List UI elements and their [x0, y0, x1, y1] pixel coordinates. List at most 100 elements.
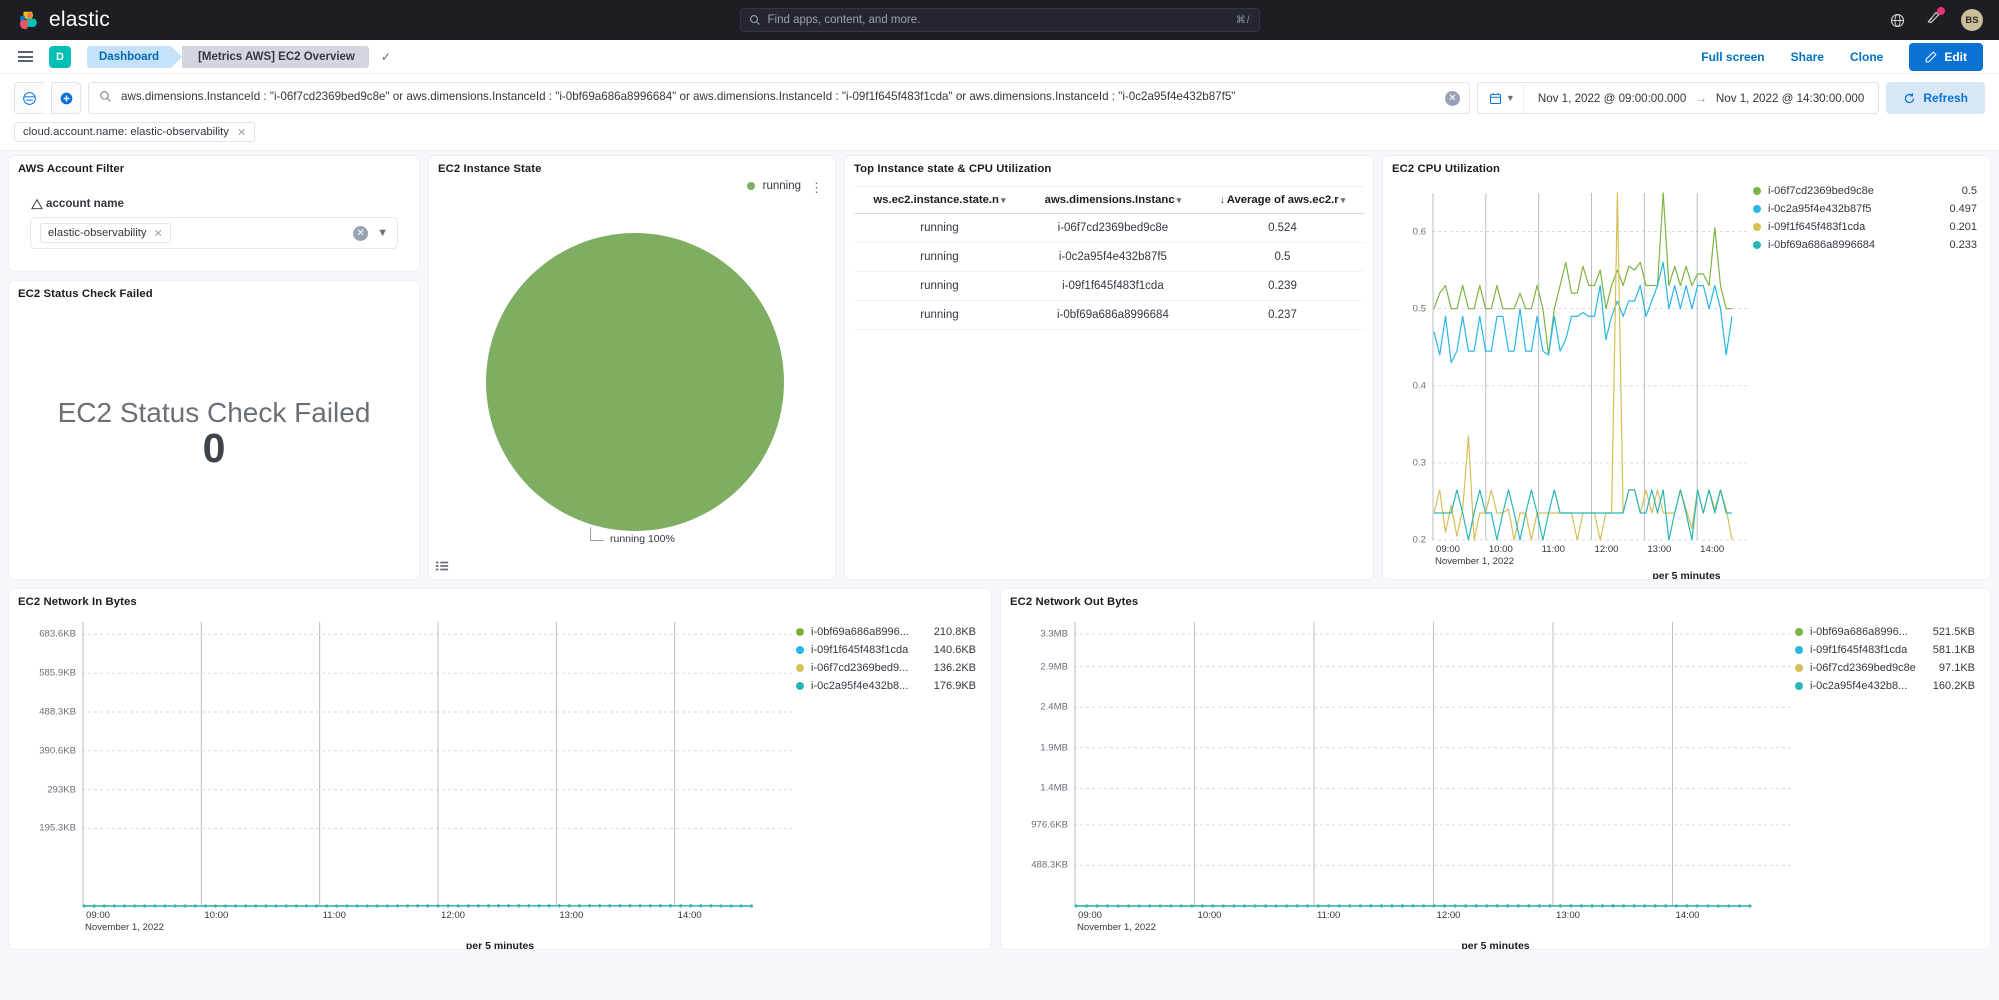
- legend-swatch: [796, 628, 804, 636]
- avatar[interactable]: BS: [1961, 9, 1983, 31]
- toggle-data-table-icon[interactable]: [432, 557, 452, 575]
- legend-item[interactable]: i-06f7cd2369bed9...136.2KB: [796, 662, 976, 674]
- table-row[interactable]: running i-09f1f645f483f1cda 0.239: [854, 272, 1364, 301]
- x-axis-title: per 5 minutes: [1392, 570, 1981, 580]
- clear-query-button[interactable]: ✕: [1445, 91, 1460, 106]
- dataview-filter-button[interactable]: [14, 82, 44, 114]
- data-table: ws.ec2.instance.state.n▾ aws.dimensions.…: [854, 186, 1364, 330]
- share-button[interactable]: Share: [1791, 50, 1824, 64]
- legend-swatch: [1753, 241, 1761, 249]
- breadcrumb-dashboard[interactable]: Dashboard: [87, 46, 171, 68]
- account-selected-chip[interactable]: elastic-observability ✕: [40, 223, 171, 243]
- date-range-display[interactable]: Nov 1, 2022 @ 09:00:00.000 → Nov 1, 2022…: [1524, 92, 1878, 105]
- legend-series-name: i-0c2a95f4e432b8...: [811, 680, 908, 692]
- panel-title-network-out: EC2 Network Out Bytes: [1010, 596, 1981, 608]
- elastic-mark-icon: [18, 9, 40, 31]
- add-filter-button[interactable]: [51, 82, 81, 114]
- breadcrumb-current[interactable]: [Metrics AWS] EC2 Overview: [182, 46, 369, 68]
- legend-item[interactable]: i-09f1f645f483f1cda581.1KB: [1795, 644, 1975, 656]
- legend-item[interactable]: i-0bf69a686a8996...210.8KB: [796, 626, 976, 638]
- legend-series-value: 0.5: [1962, 185, 1977, 197]
- pie-slice-running[interactable]: [486, 233, 784, 531]
- cell-average: 0.524: [1201, 214, 1364, 243]
- chart-series-line: [1434, 193, 1732, 355]
- menu-toggle-icon[interactable]: [18, 51, 33, 62]
- clone-button[interactable]: Clone: [1850, 50, 1883, 64]
- calendar-quick-menu[interactable]: ▼: [1478, 83, 1524, 113]
- legend-item[interactable]: i-0c2a95f4e432b87f50.497: [1753, 203, 1977, 215]
- dashboard-grid: AWS Account Filter account name elastic-…: [0, 151, 1999, 950]
- legend-series-name: i-0bf69a686a8996684: [1768, 239, 1875, 251]
- clear-account-select-button[interactable]: ✕: [353, 226, 368, 241]
- table-col-instance-id[interactable]: aws.dimensions.Instanc▾: [1025, 187, 1201, 214]
- table-col-instance-state[interactable]: ws.ec2.instance.state.n▾: [854, 187, 1025, 214]
- legend-item[interactable]: i-0c2a95f4e432b8...160.2KB: [1795, 680, 1975, 692]
- legend-item[interactable]: i-0bf69a686a89966840.233: [1753, 239, 1977, 251]
- panel-ec2-network-out-bytes: EC2 Network Out Bytes 488.3KB976.6KB1.4M…: [1000, 588, 1991, 950]
- account-name-label-text: account name: [46, 197, 124, 210]
- elastic-logo[interactable]: elastic: [18, 8, 110, 32]
- table-body: running i-06f7cd2369bed9c8e 0.524 runnin…: [854, 214, 1364, 330]
- legend-item[interactable]: i-0bf69a686a8996...521.5KB: [1795, 626, 1975, 638]
- panel-top-instance-state-cpu: Top Instance state & CPU Utilization ws.…: [844, 155, 1374, 580]
- panel-title-top-instance: Top Instance state & CPU Utilization: [854, 163, 1364, 175]
- chart-cpu-utilization[interactable]: 0.20.30.40.50.609:0010:0011:0012:0013:00…: [1392, 175, 1981, 580]
- legend-item[interactable]: i-06f7cd2369bed9c8e97.1KB: [1795, 662, 1975, 674]
- table-row[interactable]: running i-06f7cd2369bed9c8e 0.524: [854, 214, 1364, 243]
- cell-instance: i-06f7cd2369bed9c8e: [1025, 214, 1201, 243]
- query-input[interactable]: aws.dimensions.InstanceId : "i-06f7cd236…: [88, 82, 1470, 114]
- full-screen-button[interactable]: Full screen: [1701, 50, 1764, 64]
- cell-state: running: [854, 272, 1025, 301]
- search-shortcut-hint: ⌘/: [1236, 15, 1251, 26]
- cell-state: running: [854, 243, 1025, 272]
- legend-swatch: [1795, 664, 1803, 672]
- status-metric-value: 0: [203, 425, 226, 472]
- edit-button[interactable]: Edit: [1909, 43, 1983, 71]
- legend-series-name: i-06f7cd2369bed9...: [811, 662, 908, 674]
- legend-swatch: [796, 682, 804, 690]
- remove-account-chip-icon[interactable]: ✕: [154, 227, 163, 240]
- legend-series-name: i-09f1f645f483f1cda: [1768, 221, 1865, 233]
- announcements-icon[interactable]: [1925, 9, 1942, 31]
- filter-pill-cloud-account[interactable]: cloud.account.name: elastic-observabilit…: [14, 122, 255, 142]
- remove-filter-icon[interactable]: ✕: [237, 126, 246, 139]
- refresh-icon: [1903, 92, 1916, 105]
- x-axis-title: per 5 minutes: [1010, 940, 1981, 950]
- table-col-average-cpu[interactable]: ↓Average of aws.ec2.r▾: [1201, 187, 1364, 214]
- legend-series-value: 160.2KB: [1933, 680, 1975, 692]
- legend-swatch: [1795, 628, 1803, 636]
- account-chip-label: elastic-observability: [48, 227, 147, 239]
- chevron-down-icon[interactable]: ▼: [377, 227, 388, 239]
- global-search-input[interactable]: Find apps, content, and more. ⌘/: [740, 8, 1260, 32]
- legend-item[interactable]: i-0c2a95f4e432b8... 176.9KB: [796, 680, 976, 692]
- legend-series-value: 210.8KB: [934, 626, 976, 638]
- dashboard-row-2: EC2 Network In Bytes 195.3KB293KB390.6KB…: [8, 588, 1991, 950]
- legend-series-value: 176.9KB: [934, 680, 976, 692]
- pie-callout-line: [590, 527, 604, 541]
- account-name-select[interactable]: elastic-observability ✕ ✕ ▼: [30, 217, 398, 249]
- legend-series-value: 97.1KB: [1939, 662, 1975, 674]
- x-axis-title: per 5 minutes: [18, 940, 982, 950]
- legend-swatch: [1753, 223, 1761, 231]
- chart-series-line: [1434, 262, 1732, 362]
- legend-item[interactable]: i-09f1f645f483f1cda0.201: [1753, 221, 1977, 233]
- chart-network-out[interactable]: 488.3KB976.6KB1.4MB1.9MB2.4MB2.9MB3.3MB0…: [1010, 608, 1981, 950]
- cell-instance: i-0c2a95f4e432b87f5: [1025, 243, 1201, 272]
- warning-triangle-icon: [31, 198, 43, 210]
- date-start: Nov 1, 2022 @ 09:00:00.000: [1538, 92, 1686, 105]
- chart-legend: i-0bf69a686a8996...521.5KB i-09f1f645f483…: [1795, 626, 1975, 692]
- chart-network-in[interactable]: 195.3KB293KB390.6KB488.3KB585.9KB683.6KB…: [18, 608, 982, 950]
- table-row[interactable]: running i-0c2a95f4e432b87f5 0.5: [854, 243, 1364, 272]
- refresh-button[interactable]: Refresh: [1886, 82, 1985, 114]
- table-row[interactable]: running i-0bf69a686a8996684 0.237: [854, 301, 1364, 330]
- legend-series-name: i-06f7cd2369bed9c8e: [1768, 185, 1874, 197]
- breadcrumb-bar: D Dashboard [Metrics AWS] EC2 Overview ✓…: [0, 40, 1999, 74]
- table-header-row: ws.ec2.instance.state.n▾ aws.dimensions.…: [854, 187, 1364, 214]
- legend-swatch: [1753, 187, 1761, 195]
- legend-item[interactable]: i-06f7cd2369bed9c8e 0.5: [1753, 185, 1977, 197]
- help-globe-icon[interactable]: [1889, 12, 1906, 29]
- legend-item[interactable]: i-09f1f645f483f1cda140.6KB: [796, 644, 976, 656]
- panel-ec2-status-check-failed: EC2 Status Check Failed EC2 Status Check…: [8, 280, 420, 580]
- date-picker: ▼ Nov 1, 2022 @ 09:00:00.000 → Nov 1, 20…: [1477, 82, 1879, 114]
- table-col-instance-id-label: aws.dimensions.Instanc: [1045, 194, 1175, 206]
